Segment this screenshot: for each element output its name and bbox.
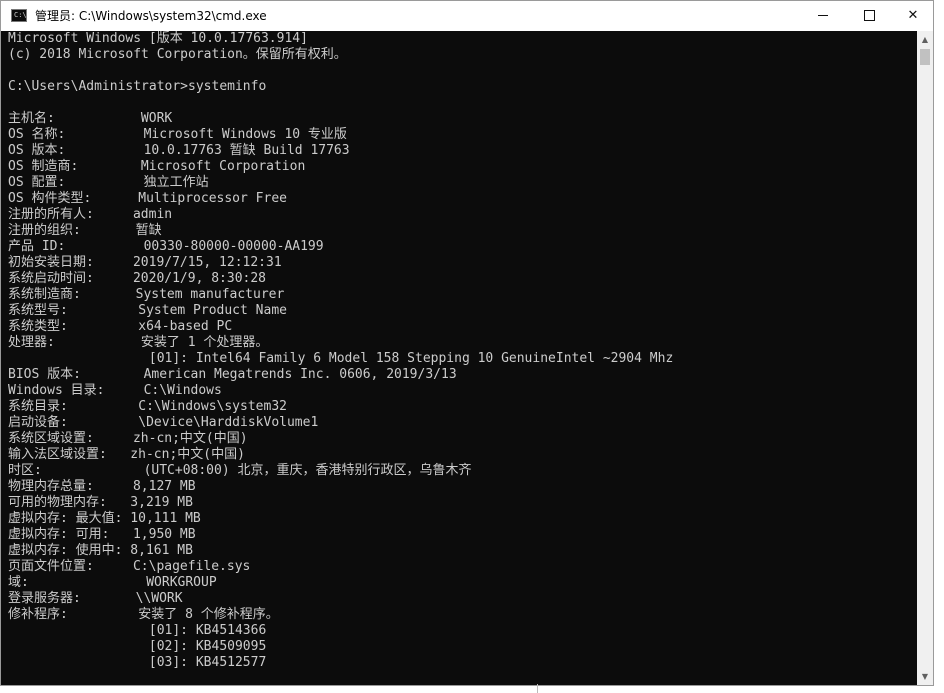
- console-line: 系统目录: C:\Windows\system32: [8, 399, 287, 414]
- console-line: 启动设备: \Device\HarddiskVolume1: [8, 415, 319, 430]
- minimize-button[interactable]: [800, 1, 846, 31]
- cmd-window: C:\ 管理员: C:\Windows\system32\cmd.exe ✕ M…: [0, 0, 934, 686]
- close-icon: ✕: [907, 8, 919, 23]
- console-output[interactable]: Microsoft Windows [版本 10.0.17763.914] (c…: [1, 31, 917, 685]
- console-line: 虚拟内存: 最大值: 10,111 MB: [8, 511, 201, 526]
- console-line: 时区: (UTC+08:00) 北京，重庆，香港特别行政区，乌鲁木齐: [8, 463, 472, 478]
- console-line: 页面文件位置: C:\pagefile.sys: [8, 559, 251, 574]
- console-line: (c) 2018 Microsoft Corporation。保留所有权利。: [8, 47, 347, 62]
- console-line: 域: WORKGROUP: [8, 575, 217, 590]
- console-line: 系统区域设置: zh-cn;中文(中国): [8, 431, 248, 446]
- background-window-edge: [537, 684, 538, 693]
- minimize-icon: [818, 15, 828, 16]
- vertical-scrollbar[interactable]: ▲ ▼: [917, 31, 933, 685]
- maximize-button[interactable]: [846, 1, 892, 31]
- console-line: 注册的组织: 暂缺: [8, 223, 162, 238]
- console-line: 修补程序: 安装了 8 个修补程序。: [8, 607, 279, 622]
- console-line: [03]: KB4512577: [8, 655, 267, 670]
- console-line: 产品 ID: 00330-80000-00000-AA199: [8, 239, 324, 254]
- console-line: 登录服务器: \\WORK: [8, 591, 183, 606]
- console-line: 主机名: WORK: [8, 111, 173, 126]
- console-line: 系统制造商: System manufacturer: [8, 287, 285, 302]
- console-line: OS 制造商: Microsoft Corporation: [8, 159, 306, 174]
- console-line: 注册的所有人: admin: [8, 207, 173, 222]
- cmd-icon[interactable]: C:\: [11, 9, 27, 22]
- console-line: 系统启动时间: 2020/1/9, 8:30:28: [8, 271, 267, 286]
- console-line: BIOS 版本: American Megatrends Inc. 0606, …: [8, 367, 457, 382]
- console-line: [02]: KB4509095: [8, 639, 267, 654]
- console-line: 输入法区域设置: zh-cn;中文(中国): [8, 447, 245, 462]
- console-line: Microsoft Windows [版本 10.0.17763.914]: [8, 31, 308, 46]
- console-line: C:\Users\Administrator>systeminfo: [8, 79, 267, 94]
- close-button[interactable]: ✕: [890, 1, 936, 31]
- console-line: 系统型号: System Product Name: [8, 303, 287, 318]
- console-line: OS 配置: 独立工作站: [8, 175, 209, 190]
- console-line: [01]: Intel64 Family 6 Model 158 Steppin…: [8, 351, 674, 366]
- console-line: OS 构件类型: Multiprocessor Free: [8, 191, 287, 206]
- console-line: OS 名称: Microsoft Windows 10 专业版: [8, 127, 347, 142]
- maximize-icon: [863, 10, 875, 21]
- console-line: [01]: KB4514366: [8, 623, 267, 638]
- window-title: 管理员: C:\Windows\system32\cmd.exe: [35, 9, 267, 23]
- console-line: 虚拟内存: 可用: 1,950 MB: [8, 527, 196, 542]
- scroll-down-icon[interactable]: ▼: [917, 668, 933, 685]
- console-line: 处理器: 安装了 1 个处理器。: [8, 335, 269, 350]
- console-line: 可用的物理内存: 3,219 MB: [8, 495, 193, 510]
- console-text: Microsoft Windows [版本 10.0.17763.914] (c…: [1, 31, 917, 671]
- scroll-up-icon[interactable]: ▲: [917, 31, 933, 48]
- console-line: 虚拟内存: 使用中: 8,161 MB: [8, 543, 193, 558]
- console-line: 系统类型: x64-based PC: [8, 319, 233, 334]
- console-line: 初始安装日期: 2019/7/15, 12:12:31: [8, 255, 282, 270]
- console-line: OS 版本: 10.0.17763 暂缺 Build 17763: [8, 143, 350, 158]
- console-line: Windows 目录: C:\Windows: [8, 383, 222, 398]
- title-bar[interactable]: C:\ 管理员: C:\Windows\system32\cmd.exe ✕: [1, 1, 933, 31]
- console-line: 物理内存总量: 8,127 MB: [8, 479, 196, 494]
- scroll-thumb[interactable]: [920, 49, 930, 65]
